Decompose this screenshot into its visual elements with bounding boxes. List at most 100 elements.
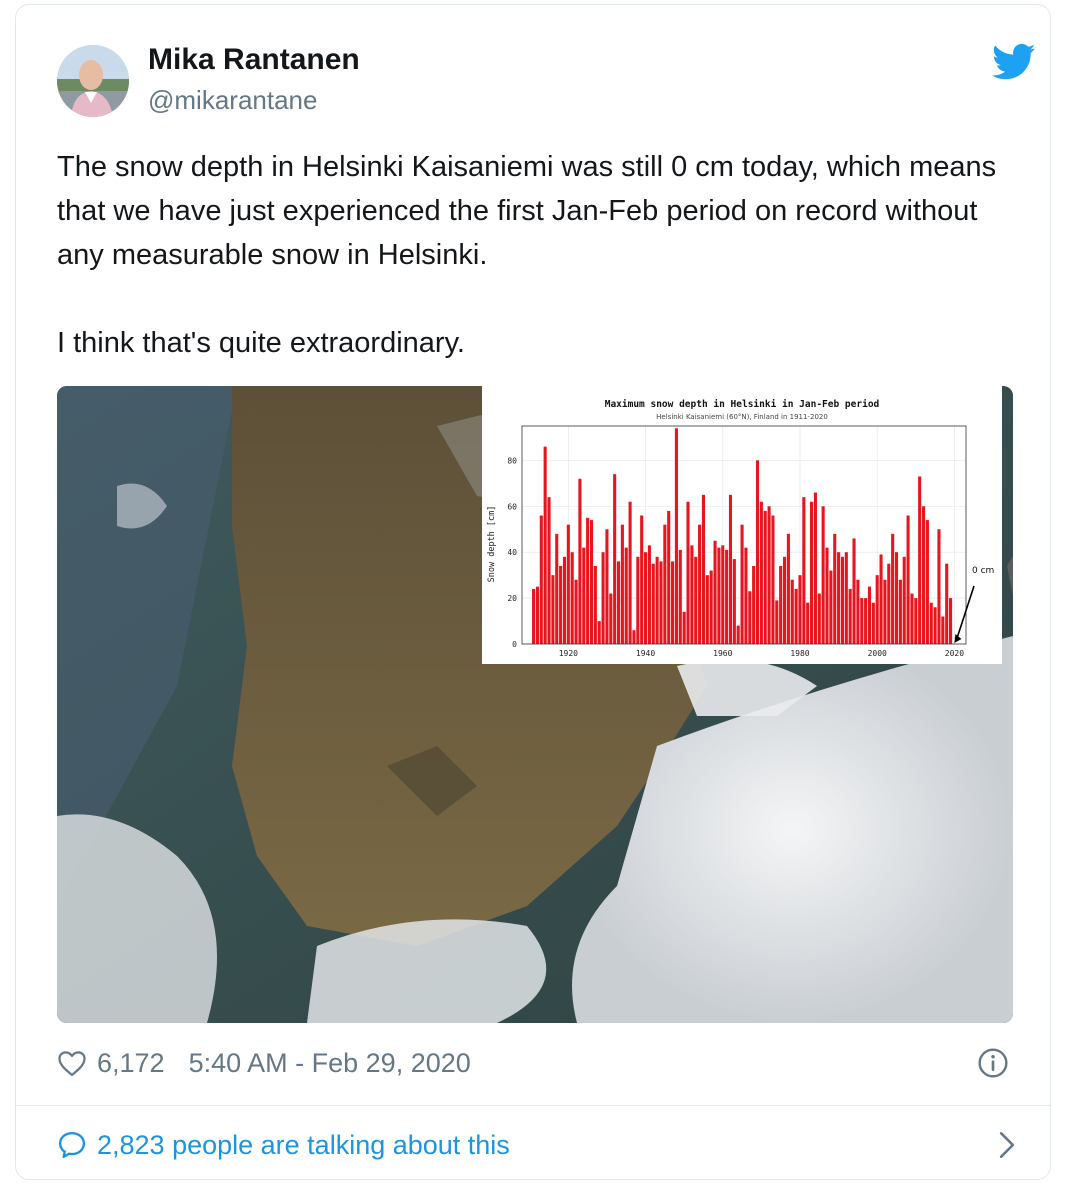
chart-bar xyxy=(535,586,539,644)
tweet-card: Mika Rantanen @mikarantane The snow dept… xyxy=(15,4,1051,1180)
chart-bar xyxy=(655,556,659,644)
conversation-link[interactable]: 2,823 people are talking about this xyxy=(57,1121,1017,1169)
chart-bar xyxy=(671,561,675,644)
chart-bar xyxy=(825,547,829,644)
chart-bar xyxy=(613,474,617,644)
chart-bar xyxy=(914,598,918,644)
avatar[interactable] xyxy=(57,45,129,117)
tweet-media-image[interactable]: Maximum snow depth in Helsinki in Jan-Fe… xyxy=(57,386,1013,1023)
chart-bar xyxy=(593,565,597,644)
twitter-bird-icon[interactable] xyxy=(992,43,1036,81)
chart-bar xyxy=(929,602,933,644)
chart-bar xyxy=(663,524,667,644)
chart-bar xyxy=(806,602,810,644)
tweet-text: The snow depth in Helsinki Kaisaniemi wa… xyxy=(57,145,1017,365)
chart-bar xyxy=(786,533,790,644)
chart-bar xyxy=(616,561,621,644)
chart-bar xyxy=(651,563,655,644)
chart-bar xyxy=(790,579,794,644)
chart-subtitle: Helsinki Kaisaniemi (60°N), Finland in 1… xyxy=(656,413,828,421)
chart-bar xyxy=(532,588,536,644)
chart-bar xyxy=(640,515,644,644)
chart-bar xyxy=(709,570,713,644)
chart-bar xyxy=(647,545,651,644)
chart-bar xyxy=(601,552,605,644)
y-tick-label: 0 xyxy=(512,640,517,649)
annotation-arrow xyxy=(955,585,975,641)
chart-bar xyxy=(725,549,729,644)
chart-bar xyxy=(921,506,926,644)
chart-bar xyxy=(589,520,594,644)
chart-bar xyxy=(597,621,601,644)
chart-bar xyxy=(547,497,551,644)
heart-icon[interactable] xyxy=(57,1049,87,1077)
chart-bar xyxy=(933,607,937,644)
chart-bar xyxy=(578,478,582,644)
chart-bar xyxy=(941,616,945,644)
chart-bar xyxy=(779,565,783,644)
like-count[interactable]: 6,172 xyxy=(97,1048,165,1079)
chart-bar xyxy=(555,533,559,644)
chevron-right-icon[interactable] xyxy=(997,1131,1017,1159)
chart-bar xyxy=(937,529,941,644)
chart-canvas: Maximum snow depth in Helsinki in Jan-Fe… xyxy=(487,399,994,658)
chart-bar xyxy=(717,547,721,644)
chart-bar xyxy=(659,561,663,644)
y-tick-label: 20 xyxy=(507,594,517,603)
chart-bar xyxy=(848,588,852,644)
chart-bar xyxy=(694,556,698,644)
chart-bar xyxy=(732,559,736,644)
x-tick-label: 2020 xyxy=(945,649,964,658)
y-tick-label: 60 xyxy=(507,502,517,511)
author-handle[interactable]: @mikarantane xyxy=(148,85,317,116)
chart-bar xyxy=(864,598,868,644)
chart-bar xyxy=(894,552,899,644)
chart-bar xyxy=(829,570,833,644)
chart-bar xyxy=(871,602,875,644)
y-tick-label: 80 xyxy=(507,456,517,465)
chart-bar xyxy=(794,588,798,644)
x-tick-label: 1960 xyxy=(713,649,732,658)
chart-bar xyxy=(775,600,779,644)
chart-bar xyxy=(910,593,914,644)
chart-bar xyxy=(559,565,563,644)
chart-bar xyxy=(918,476,922,644)
chart-bar xyxy=(686,501,690,644)
chart-bar xyxy=(644,552,648,644)
chart-bar xyxy=(632,630,636,644)
chart-bar xyxy=(906,515,910,644)
chart-bar xyxy=(562,556,567,644)
chart-bar xyxy=(701,494,706,644)
tweet-paragraph: The snow depth in Helsinki Kaisaniemi wa… xyxy=(57,151,997,271)
chart-bar xyxy=(860,598,864,644)
chart-bar xyxy=(570,552,574,644)
chart-bar xyxy=(728,494,733,644)
chart-bar xyxy=(883,579,887,644)
chart-bar xyxy=(813,492,817,644)
divider xyxy=(16,1105,1050,1106)
chart-bar xyxy=(852,538,856,644)
snow-depth-chart: Maximum snow depth in Helsinki in Jan-Fe… xyxy=(482,386,1002,664)
chart-bar xyxy=(605,529,609,644)
chart-bar xyxy=(867,586,872,644)
chart-bar xyxy=(925,520,929,644)
chart-title: Maximum snow depth in Helsinki in Jan-Fe… xyxy=(605,399,880,410)
chart-bar xyxy=(636,556,640,644)
author-name[interactable]: Mika Rantanen xyxy=(148,43,360,77)
chart-bar xyxy=(752,565,756,644)
chart-bar xyxy=(539,515,543,644)
chart-bar xyxy=(682,611,686,644)
tweet-timestamp[interactable]: 5:40 AM - Feb 29, 2020 xyxy=(189,1048,471,1079)
chart-bar xyxy=(949,598,953,644)
chart-bar xyxy=(543,446,547,644)
chart-bar xyxy=(856,579,860,644)
chart-bar xyxy=(821,506,825,644)
x-tick-label: 1940 xyxy=(636,649,655,658)
chart-bar xyxy=(833,533,837,644)
chart-bar xyxy=(898,579,902,644)
chart-bar xyxy=(837,552,841,644)
talking-count[interactable]: 2,823 people are talking about this xyxy=(97,1130,510,1161)
tweet-paragraph: I think that's quite extraordinary. xyxy=(57,327,465,359)
chart-bar xyxy=(574,579,578,644)
info-icon[interactable] xyxy=(977,1047,1009,1079)
